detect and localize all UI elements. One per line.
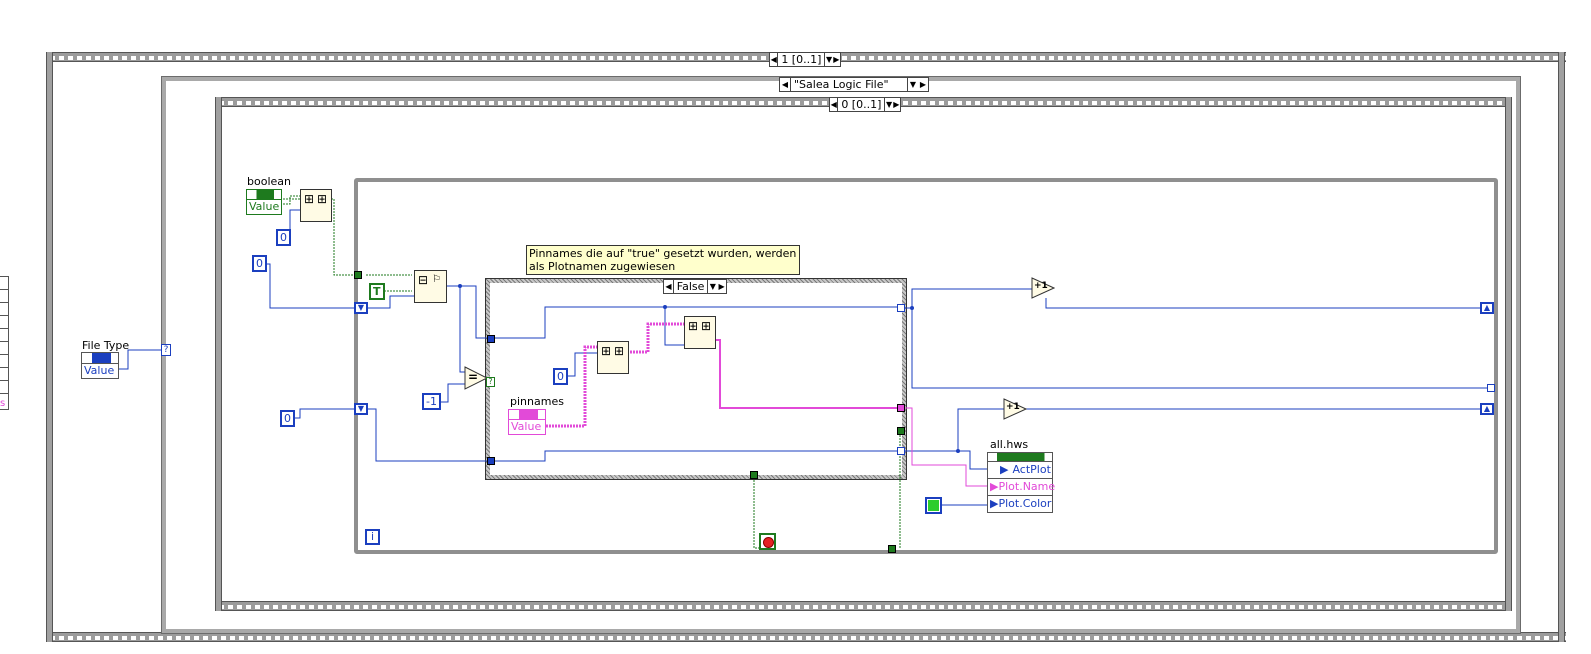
wire [958,450,988,470]
boolean-value: Value [249,200,280,213]
wire [1045,298,1482,309]
true-constant[interactable]: T [369,283,385,300]
wire [715,339,900,409]
wire [439,383,466,403]
wire [904,407,988,487]
pinnames-value: Value [511,420,542,433]
plot-color-property-label: Plot.Color [998,497,1052,510]
comment-note: Pinnames die auf "true" gesetzt wurden, … [526,245,800,275]
case-output-tunnel [897,447,905,455]
case-bottom-tunnel [750,471,758,479]
zero-constant[interactable]: 0 [553,368,568,385]
actplot-property[interactable]: ▶ ActPlot [988,461,1052,478]
shift-register-left-bottom: ▼ [354,403,368,415]
case-input-tunnel [487,335,495,343]
case-output-tunnel [897,404,905,412]
boolean-label: boolean [247,175,291,188]
case-selector-glyph: ? [163,345,169,355]
wire [294,408,356,419]
case-selector-input: ? [486,377,495,387]
plot-name-property[interactable]: ▶Plot.Name [988,478,1056,495]
plot-color-property[interactable]: ▶Plot.Color [988,495,1052,512]
case-selector-terminal: ? [161,344,171,356]
wire [565,352,597,377]
boolean-terminal[interactable]: Value [246,189,282,215]
wire [266,263,356,309]
wire [904,408,1004,452]
all-hws-property-node[interactable]: ▶ ActPlot ▶Plot.Name ▶Plot.Color [987,452,1056,513]
wire [904,288,1032,309]
pinnames-terminal[interactable]: Value [508,409,546,435]
shift-register-right-bottom: ▲ [1480,403,1494,415]
wire [460,285,490,339]
file-type-label: File Type [82,339,130,352]
build-array-node[interactable]: ⊞ ⊞ [597,341,629,374]
wire [911,308,1488,389]
case-output-tunnel [897,427,905,435]
wire [630,322,685,354]
wire [546,345,597,428]
shift-register-left-top: ▼ [354,302,368,314]
increment-node[interactable]: +1 [1003,398,1028,420]
all-hws-label: all.hws [990,438,1029,451]
comment-text: Pinnames die auf "true" gesetzt wurden, … [529,247,797,273]
wire [446,285,466,373]
equal-label: = [468,370,479,384]
minus-one-constant[interactable]: -1 [422,393,441,410]
loop-exit-tunnel [888,545,896,553]
wire [664,307,685,346]
loop-iteration-label: i [370,530,375,543]
increment-node[interactable]: +1 [1031,277,1056,299]
zero-constant[interactable]: 0 [252,255,267,272]
loop-iteration-terminal: i [365,529,380,545]
wire [368,408,490,462]
loop-tunnel [354,271,362,279]
pinnames-label: pinnames [510,395,564,408]
loop-output-tunnel [1487,384,1495,392]
color-constant[interactable] [925,497,942,514]
case-input-tunnel [487,457,495,465]
stop-condition-terminal[interactable] [759,533,776,550]
wire [492,450,900,462]
zero-constant[interactable]: 0 [280,410,295,427]
increment-label: +1 [1006,402,1020,412]
wire [118,349,162,370]
zero-constant[interactable]: 0 [276,229,291,246]
file-type-terminal[interactable]: Value [81,352,119,379]
index-array-node[interactable]: ⊞ ⊞ [300,189,332,222]
insert-array-node[interactable]: ⊞ ⊞ [684,316,716,349]
wire [280,195,300,205]
increment-label: +1 [1034,281,1048,291]
wires-layer [118,195,1488,549]
case-output-tunnel [897,304,905,312]
equal-node[interactable]: = [464,366,489,390]
file-type-value: Value [84,364,115,377]
actplot-property-label: ActPlot [1012,463,1051,476]
plot-name-property-label: Plot.Name [998,480,1056,493]
search-array-node[interactable]: ⊟ ⚐ [414,270,447,303]
shift-register-right-top: ▲ [1480,302,1494,314]
